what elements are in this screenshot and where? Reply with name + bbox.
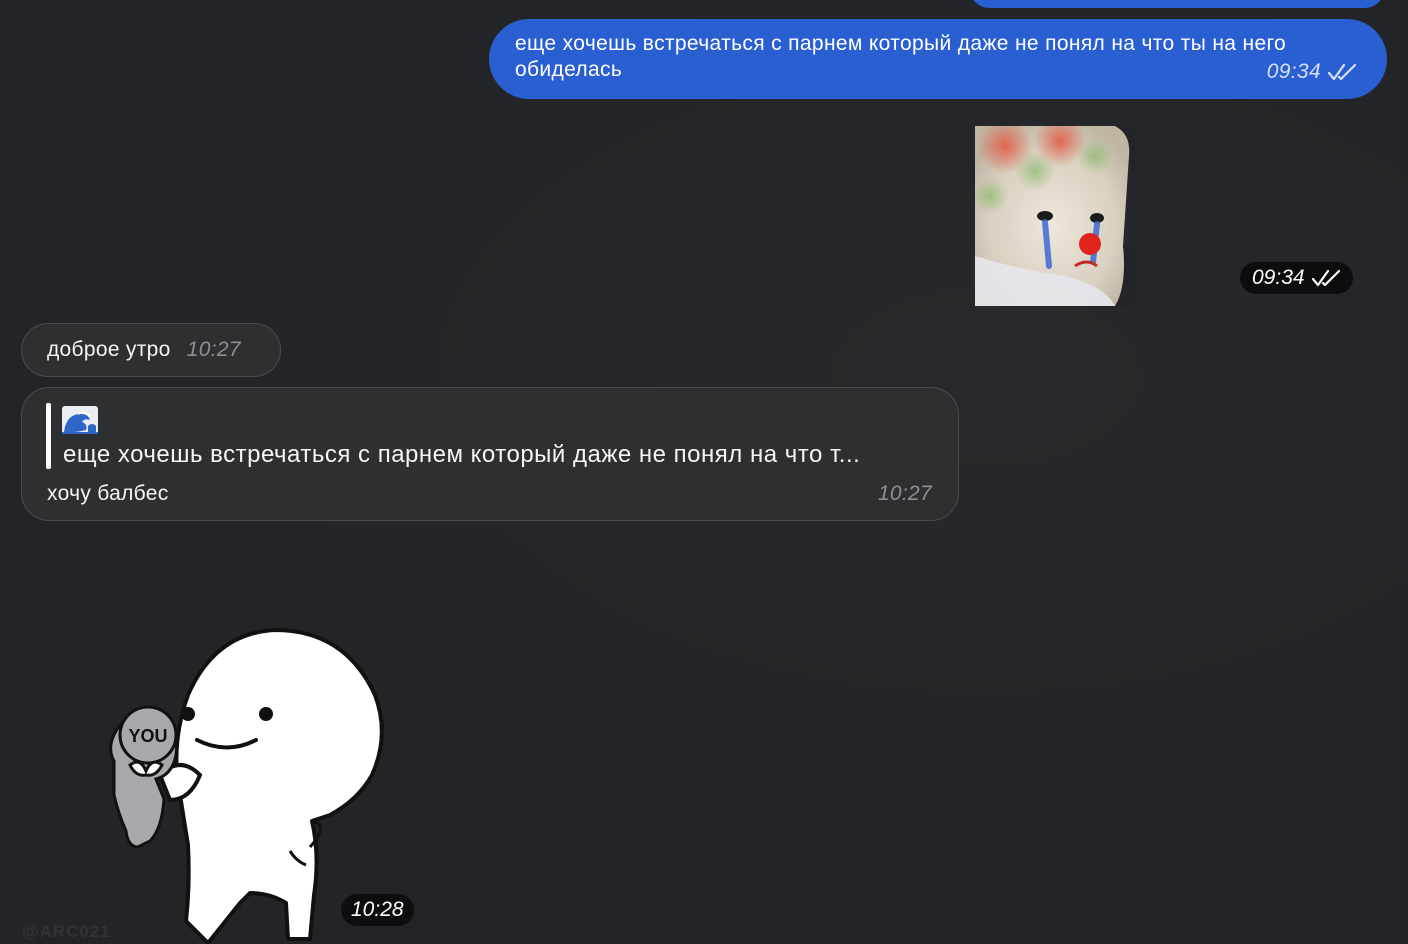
double-check-icon xyxy=(1327,63,1357,81)
chat-area[interactable]: еще хочешь встречаться с парнем который … xyxy=(0,0,1408,944)
sticker-time: 09:34 xyxy=(1252,266,1305,289)
outgoing-message-meta: 09:34 xyxy=(1267,59,1357,85)
outgoing-message-bubble[interactable]: еще хочешь встречаться с парнем который … xyxy=(489,19,1387,99)
quoted-message-text[interactable]: еще хочешь встречаться с парнем который … xyxy=(63,441,860,469)
incoming-message-bubble[interactable]: доброе утро 10:27 xyxy=(21,323,281,377)
incoming-message-text: хочу балбес xyxy=(47,482,169,505)
sticker-watermark: @ARC021 xyxy=(22,922,111,941)
incoming-message-time: 10:27 xyxy=(877,482,932,505)
crying-clown-cat-sticker[interactable] xyxy=(975,126,1135,306)
sticker-time: 10:28 xyxy=(351,898,404,921)
previous-outgoing-bubble[interactable] xyxy=(970,0,1384,8)
outgoing-message-time: 09:34 xyxy=(1266,60,1321,83)
incoming-reply-bubble[interactable]: еще хочешь встречаться с парнем который … xyxy=(21,387,959,521)
doll-label: YOU xyxy=(128,726,167,746)
double-check-icon xyxy=(1311,269,1340,287)
outgoing-message-text: еще хочешь встречаться с парнем который … xyxy=(515,32,1287,81)
sticker-time-pill: 10:28 xyxy=(341,894,414,926)
sticker-time-pill: 09:34 xyxy=(1240,262,1353,294)
incoming-message-text: доброе утро xyxy=(47,338,171,361)
reply-quote-bar xyxy=(46,403,51,469)
wave-icon xyxy=(62,406,98,434)
incoming-message-time: 10:27 xyxy=(186,338,241,361)
